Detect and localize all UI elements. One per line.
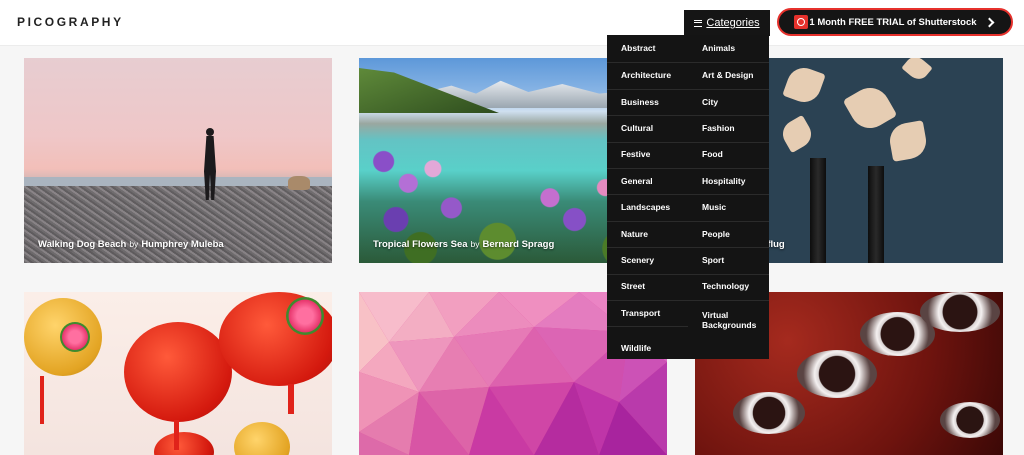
category-item-art-design[interactable]: Art & Design: [688, 62, 769, 88]
category-item-scenery[interactable]: Scenery: [607, 247, 688, 273]
photo-caption[interactable]: Walking Dog Beach by Humphrey Muleba: [38, 239, 224, 250]
category-item-festive[interactable]: Festive: [607, 141, 688, 168]
photo-author: Humphrey Muleba: [141, 239, 224, 250]
photo-flower: [60, 322, 90, 352]
photo-socket: [920, 292, 1000, 392]
photo-lantern: [154, 432, 214, 455]
page: PICOGRAPHY Categories 1 Month FREE TRIAL…: [0, 0, 1024, 455]
site-header: PICOGRAPHY Categories 1 Month FREE TRIAL…: [0, 0, 1024, 46]
category-item-general[interactable]: General: [607, 168, 688, 194]
category-item-hospitality[interactable]: Hospitality: [688, 168, 769, 194]
categories-dropdown: Abstract Architecture Business Cultural Fest…: [607, 35, 769, 359]
photo-shaving: [782, 63, 826, 107]
photo-tile-lanterns[interactable]: [24, 292, 332, 455]
menu-icon: [694, 19, 703, 27]
category-item-fashion[interactable]: Fashion: [688, 115, 769, 141]
photo-dog: [288, 176, 310, 190]
category-item-landscapes[interactable]: Landscapes: [607, 194, 688, 220]
photo-shaving: [777, 114, 817, 154]
photo-shaving: [887, 120, 929, 162]
category-item-nature[interactable]: Nature: [607, 220, 688, 247]
photo-socket: [733, 392, 805, 455]
photo-title: Walking Dog Beach: [38, 239, 127, 250]
category-item-animals[interactable]: Animals: [688, 36, 769, 62]
category-item-wildlife[interactable]: Wildlife: [607, 326, 688, 370]
category-item-food[interactable]: Food: [688, 141, 769, 168]
shutterstock-promo-button[interactable]: 1 Month FREE TRIAL of Shutterstock: [777, 8, 1013, 36]
photo-shaving: [842, 80, 898, 136]
category-item-music[interactable]: Music: [688, 194, 769, 220]
category-item-cultural[interactable]: Cultural: [607, 115, 688, 141]
category-item-architecture[interactable]: Architecture: [607, 62, 688, 88]
category-item-transport[interactable]: Transport: [607, 300, 688, 326]
categories-button[interactable]: Categories: [684, 10, 770, 36]
category-item-sport[interactable]: Sport: [688, 247, 769, 273]
category-item-abstract[interactable]: Abstract: [607, 36, 688, 62]
photo-tassel: [174, 420, 179, 450]
photo-sea: [24, 177, 332, 186]
photo-lantern: [234, 422, 290, 455]
chevron-right-icon: [984, 17, 995, 27]
shutterstock-icon: [794, 15, 808, 29]
photo-socket: [797, 350, 877, 455]
photo-lantern: [124, 322, 232, 422]
category-item-business[interactable]: Business: [607, 88, 688, 115]
category-item-people[interactable]: People: [688, 220, 769, 247]
photo-by: by: [129, 239, 139, 249]
category-item-virtual-backgrounds[interactable]: Virtual Backgrounds: [688, 300, 769, 340]
photo-flower: [286, 297, 324, 335]
photo-caption[interactable]: Tropical Flowers Sea by Bernard Spragg: [373, 239, 554, 250]
category-item-street[interactable]: Street: [607, 273, 688, 300]
photo-pencil: [868, 166, 884, 263]
promo-label: 1 Month FREE TRIAL of Shutterstock: [809, 16, 977, 28]
categories-label: Categories: [706, 17, 760, 29]
photo-socket: [940, 402, 1000, 455]
photo-tassel: [40, 376, 44, 424]
photo-pencil: [810, 158, 826, 263]
photo-title: Tropical Flowers Sea: [373, 239, 468, 250]
photo-author: Bernard Spragg: [482, 239, 555, 250]
photo-tassel: [288, 384, 294, 414]
photo-tile-walking-dog-beach[interactable]: Walking Dog Beach by Humphrey Muleba: [24, 58, 332, 263]
site-logo[interactable]: PICOGRAPHY: [17, 15, 124, 29]
category-item-city[interactable]: City: [688, 88, 769, 115]
photo-hill: [359, 68, 499, 113]
category-item-technology[interactable]: Technology: [688, 273, 769, 300]
photo-by: by: [470, 239, 480, 249]
photo-shore: [24, 186, 332, 263]
photo-shaving: [901, 58, 933, 84]
photo-person: [204, 128, 216, 200]
